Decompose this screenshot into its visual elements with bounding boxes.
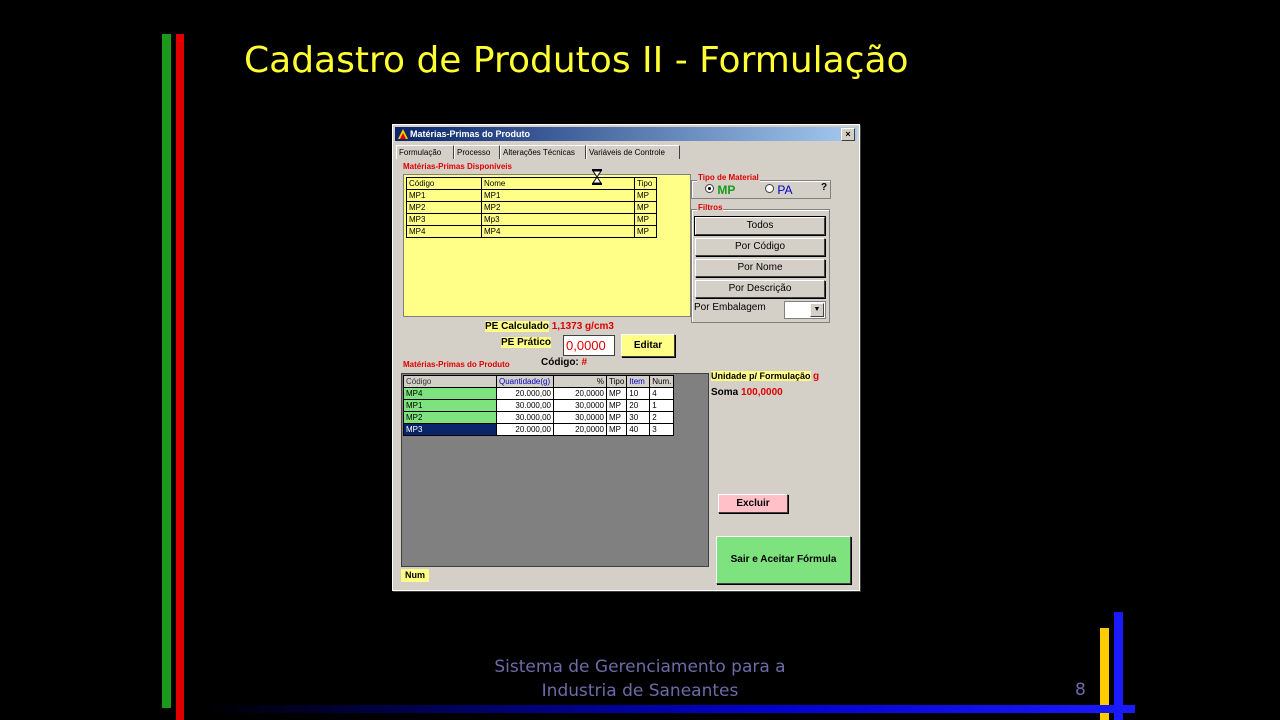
col-codigo[interactable]: Código (406, 177, 482, 190)
product-grid[interactable]: Código Quantidade(g) % Tipo Item Num. MP… (401, 373, 709, 567)
filter-by-package-label: Por Embalagem (694, 302, 766, 313)
material-type-label: Tipo de Material (697, 173, 760, 182)
sum-display: Soma 100,0000 (711, 387, 783, 398)
table-row-selected[interactable]: MP3 20.000,00 20,0000 MP 40 3 (403, 423, 675, 436)
filter-by-name-button[interactable]: Por Nome (695, 259, 825, 277)
col-tipo[interactable]: Tipo (605, 375, 628, 388)
product-table: Código Quantidade(g) % Tipo Item Num. MP… (403, 375, 675, 436)
radio-mp[interactable]: MP (705, 183, 735, 197)
col-tipo[interactable]: Tipo (634, 177, 657, 190)
tab-processo[interactable]: Processo (454, 145, 500, 159)
col-percent[interactable]: % (553, 375, 607, 388)
table-row[interactable]: MP4 20.000,00 20,0000 MP 10 4 (403, 387, 675, 400)
footer-line-1: Sistema de Gerenciamento para a (494, 657, 786, 677)
table-header: Código Nome Tipo (406, 177, 657, 190)
col-nome[interactable]: Nome (481, 177, 635, 190)
tab-alteracoes-tecnicas[interactable]: Alterações Técnicas (500, 145, 586, 159)
footer-line-2: Industria de Saneantes (541, 681, 739, 701)
table-row[interactable]: MP4 MP4 MP (406, 225, 657, 238)
slide-footer: Sistema de Gerenciamento para a Industri… (430, 655, 850, 703)
filter-by-description-button[interactable]: Por Descrição (695, 280, 825, 298)
table-row[interactable]: MP2 MP2 MP (406, 201, 657, 214)
hourglass-icon (592, 169, 602, 185)
edit-button[interactable]: Editar (621, 334, 675, 357)
filters-label: Filtros (697, 203, 724, 212)
product-code: Código: # (541, 357, 588, 368)
window-titlebar[interactable]: Matérias-Primas do Produto × (395, 127, 857, 141)
blue-stripe (1114, 612, 1123, 720)
radio-pa[interactable]: PA (765, 183, 792, 197)
filter-by-code-button[interactable]: Por Código (695, 238, 825, 256)
col-item[interactable]: Item (626, 375, 651, 388)
col-codigo[interactable]: Código (403, 375, 497, 388)
table-row[interactable]: MP2 30.000,00 30,0000 MP 30 2 (403, 411, 675, 424)
chevron-down-icon[interactable]: ▼ (810, 303, 824, 317)
table-row[interactable]: MP1 MP1 MP (406, 189, 657, 202)
pe-practical-label: PE Prático (501, 337, 552, 348)
delete-button[interactable]: Excluir (718, 494, 788, 513)
available-table: Código Nome Tipo MP1 MP1 MP MP2 MP2 MP MP3 Mp… (406, 177, 657, 238)
available-grid[interactable]: Código Nome Tipo MP1 MP1 MP MP2 MP2 MP MP3 Mp… (403, 169, 691, 317)
tab-formulacao[interactable]: Formulação (396, 145, 454, 159)
bottom-blue-rule (200, 705, 1135, 713)
app-icon (398, 129, 408, 139)
table-header: Código Quantidade(g) % Tipo Item Num. (403, 375, 675, 388)
close-icon[interactable]: × (841, 128, 855, 141)
col-quantidade[interactable]: Quantidade(g) (496, 375, 554, 388)
red-stripe (176, 34, 184, 720)
tab-variaveis-controle[interactable]: Variáveis de Controle (586, 145, 680, 159)
col-num[interactable]: Num. (649, 375, 675, 388)
radio-dot-icon (705, 184, 714, 193)
accept-formula-button[interactable]: Sair e Aceitar Fórmula (716, 536, 851, 584)
table-row[interactable]: MP3 Mp3 MP (406, 213, 657, 226)
slide-title: Cadastro de Produtos II - Formulação (244, 40, 909, 81)
window-title: Matérias-Primas do Produto (410, 129, 531, 139)
pe-calculated: PE Calculado 1,1373 g/cm3 (485, 321, 614, 332)
unit-formulation: Unidade p/ Formulação g (711, 371, 820, 382)
status-num: Num (401, 569, 429, 582)
available-label: Matérias-Primas Disponíveis (403, 162, 512, 171)
green-stripe (162, 34, 171, 708)
radio-empty-icon (765, 184, 774, 193)
table-row[interactable]: MP1 30.000,00 30,0000 MP 20 1 (403, 399, 675, 412)
page-number: 8 (1075, 680, 1086, 700)
package-dropdown[interactable]: ▼ (784, 301, 826, 319)
product-label: Matérias-Primas do Produto (403, 360, 510, 369)
help-button[interactable]: ? (821, 182, 827, 193)
pe-practical-input[interactable]: 0,0000 (563, 335, 615, 356)
materials-window: Matérias-Primas do Produto × Formulação … (392, 124, 860, 591)
filter-all-button[interactable]: Todos (694, 216, 826, 236)
